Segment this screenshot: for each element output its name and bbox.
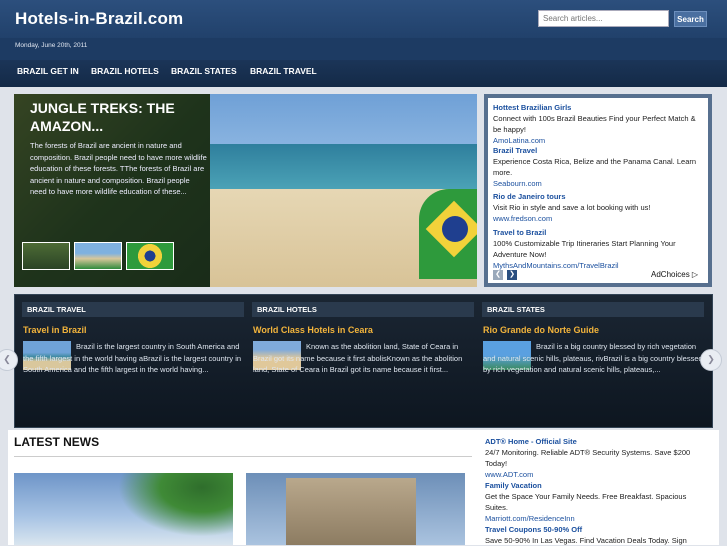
side-ad-url[interactable]: www.ADT.com [485, 469, 699, 480]
category-post-excerpt: Brazil is a big country blessed by rich … [483, 342, 703, 374]
side-ad-title[interactable]: ADT® Home - Official Site [485, 436, 699, 447]
featured-excerpt: The forests of Brazil are ancient in nat… [30, 141, 207, 196]
featured-title[interactable]: JUNGLE TREKS: THE AMAZON... [30, 99, 205, 135]
nav-item-brazil-travel[interactable]: BRAZIL TRAVEL [250, 66, 317, 76]
category-header-states[interactable]: BRAZIL STATES [482, 302, 704, 317]
side-ad-text: Get the Space Your Family Needs. Free Br… [485, 492, 687, 512]
slider-thumb-3[interactable] [126, 242, 174, 270]
search-input[interactable] [538, 10, 669, 27]
ad-title[interactable]: Hottest Brazilian Girls [493, 102, 705, 113]
heading-divider [14, 456, 472, 457]
nav-item-brazil-hotels[interactable]: BRAZIL HOTELS [91, 66, 159, 76]
ad-item[interactable]: Brazil Travel Experience Costa Rica, Bel… [493, 145, 705, 189]
ad-next-icon[interactable]: ❯ [507, 270, 517, 280]
ad-item[interactable]: Rio de Janeiro tours Visit Rio in style … [493, 191, 705, 224]
nav-item-brazil-get-in[interactable]: BRAZIL GET IN [17, 66, 79, 76]
side-ad-item[interactable]: Family Vacation Get the Space Your Famil… [485, 480, 699, 524]
latest-news-heading: LATEST NEWS [14, 435, 100, 449]
slider-thumb-2[interactable] [74, 242, 122, 270]
category-carousel: BRAZIL TRAVEL BRAZIL HOTELS BRAZIL STATE… [14, 294, 713, 428]
ad-text: Visit Rio in style and save a lot bookin… [493, 203, 651, 212]
ad-prev-icon[interactable]: ❮ [493, 270, 503, 280]
flag-globe [442, 216, 468, 242]
beach-sea-image [209, 144, 477, 189]
side-ad-item[interactable]: ADT® Home - Official Site 24/7 Monitorin… [485, 436, 699, 480]
category-header-travel[interactable]: BRAZIL TRAVEL [22, 302, 244, 317]
ad-item[interactable]: Hottest Brazilian Girls Connect with 100… [493, 102, 705, 146]
side-ad-url[interactable]: Marriott.com/ResidenceInn [485, 513, 699, 524]
ad-text: 100% Customizable Trip Itineraries Start… [493, 239, 676, 259]
ad-title[interactable]: Rio de Janeiro tours [493, 191, 705, 202]
sidebar-ads: ADT® Home - Official Site 24/7 Monitorin… [485, 436, 699, 546]
side-ad-text: Save 50-90% In Las Vegas. Find Vacation … [485, 536, 687, 545]
ad-title[interactable]: Travel to Brazil [493, 227, 705, 238]
date-bar: Monday, June 20th, 2011 [0, 38, 727, 60]
search-button[interactable]: Search [674, 11, 707, 27]
site-header: Hotels-in-Brazil.com Search [0, 0, 727, 38]
side-ad-title[interactable]: Family Vacation [485, 480, 699, 491]
slider-thumb-1[interactable] [22, 242, 70, 270]
ad-text: Experience Costa Rica, Belize and the Pa… [493, 157, 697, 177]
ad-box: Hottest Brazilian Girls Connect with 100… [484, 94, 712, 287]
ad-text: Connect with 100s Brazil Beauties Find y… [493, 114, 696, 134]
featured-slider[interactable]: JUNGLE TREKS: THE AMAZON... The forests … [14, 94, 477, 287]
news-thumb-building[interactable] [246, 473, 465, 545]
category-header-hotels[interactable]: BRAZIL HOTELS [252, 302, 474, 317]
current-date: Monday, June 20th, 2011 [15, 42, 88, 49]
category-post-excerpt: Known as the abolition land, State of Ce… [253, 342, 463, 374]
category-post-title[interactable]: World Class Hotels in Ceara [253, 325, 373, 335]
ad-url[interactable]: Seabourn.com [493, 178, 705, 189]
news-thumb-beach[interactable] [14, 473, 233, 545]
category-post-title[interactable]: Rio Grande do Norte Guide [483, 325, 599, 335]
side-ad-text: 24/7 Monitoring. Reliable ADT® Security … [485, 448, 691, 468]
nav-item-brazil-states[interactable]: BRAZIL STATES [171, 66, 237, 76]
main-nav: BRAZIL GET IN BRAZIL HOTELS BRAZIL STATE… [0, 60, 727, 87]
category-post-title[interactable]: Travel in Brazil [23, 325, 87, 335]
ad-title[interactable]: Brazil Travel [493, 145, 705, 156]
building-image [286, 478, 416, 545]
palm-tree-image [104, 473, 233, 545]
ad-url[interactable]: www.fredson.com [493, 213, 705, 224]
side-ad-item[interactable]: Travel Coupons 50-90% Off Save 50-90% In… [485, 524, 699, 546]
side-ad-title[interactable]: Travel Coupons 50-90% Off [485, 524, 699, 535]
ad-item[interactable]: Travel to Brazil 100% Customizable Trip … [493, 227, 705, 271]
adchoices-link[interactable]: AdChoices ▷ [651, 270, 698, 279]
category-post-excerpt: Brazil is the largest country in South A… [23, 342, 242, 374]
carousel-next-icon[interactable]: ❯ [700, 349, 722, 371]
site-logo[interactable]: Hotels-in-Brazil.com [15, 9, 183, 29]
